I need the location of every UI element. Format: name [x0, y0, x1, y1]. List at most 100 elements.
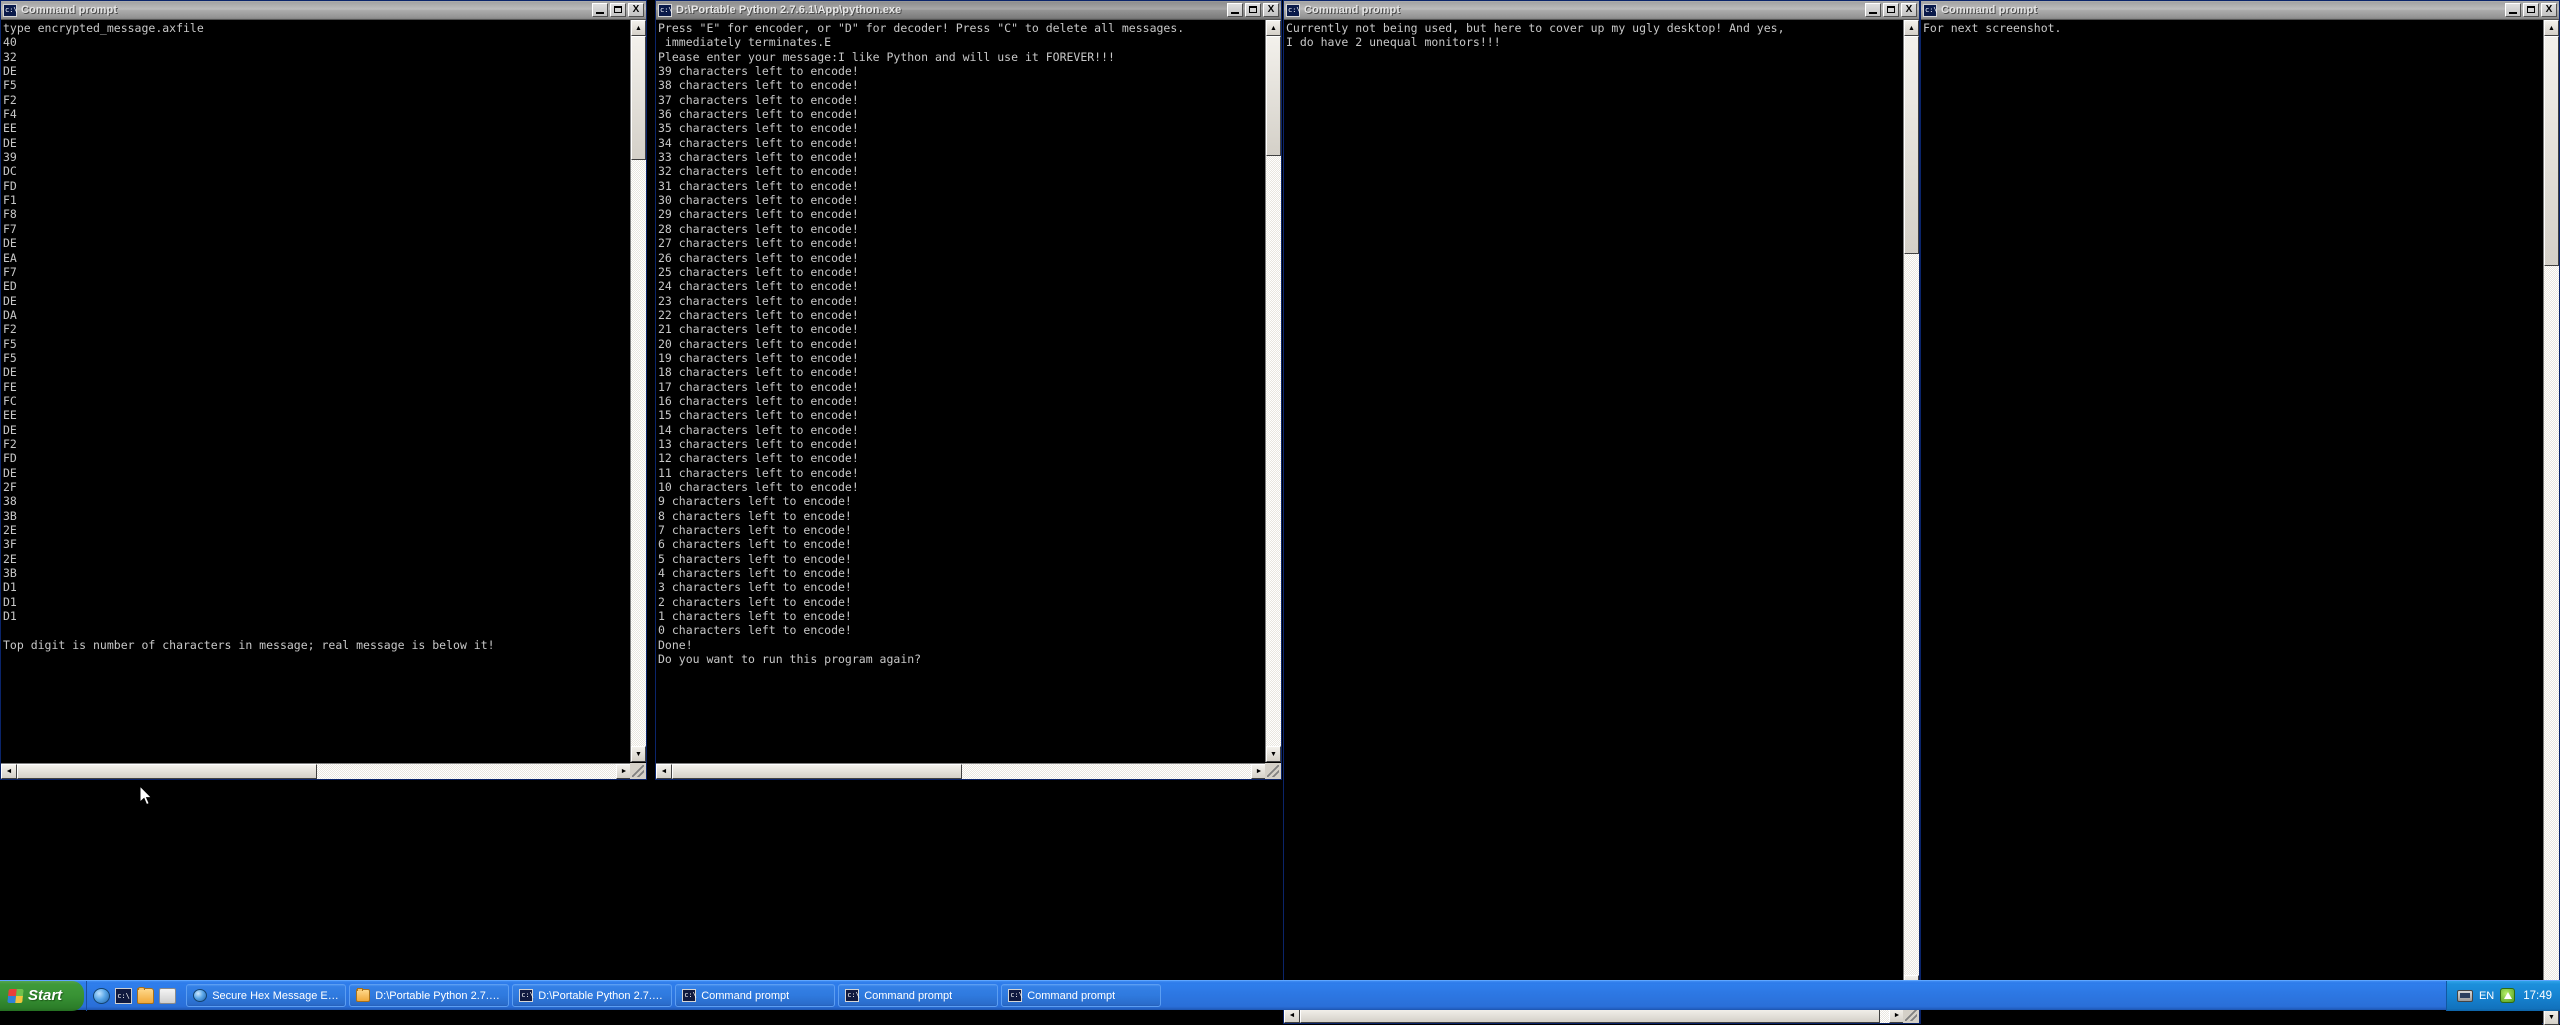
taskbar-window-button[interactable]: Secure Hex Message En...: [186, 984, 347, 1007]
window-command-prompt-next[interactable]: Command prompt X For next screenshot. ▲ …: [1920, 0, 2560, 1025]
close-button[interactable]: X: [2541, 3, 2557, 17]
scroll-left-arrow[interactable]: ◄: [1, 764, 17, 779]
window-controls[interactable]: X: [2505, 3, 2557, 17]
resize-grip[interactable]: [630, 763, 646, 779]
minimize-button[interactable]: [1227, 3, 1243, 17]
console-line: Currently not being used, but here to co…: [1286, 21, 1785, 35]
close-button[interactable]: X: [628, 3, 644, 17]
taskbar-window-button[interactable]: D:\Portable Python 2.7.6.1: [349, 984, 510, 1007]
console-line: 12 characters left to encode!: [658, 451, 859, 466]
console-line: Done!: [658, 637, 693, 652]
scroll-left-arrow[interactable]: ◄: [656, 764, 672, 779]
console-line: 39: [3, 150, 17, 165]
console-line: 3B: [3, 508, 17, 523]
scrollbar-thumb[interactable]: [1904, 36, 1919, 254]
maximize-button[interactable]: [610, 3, 626, 17]
vertical-scrollbar[interactable]: ▲ ▼: [1903, 20, 1919, 991]
folder-icon[interactable]: [137, 986, 155, 1004]
window-controls[interactable]: X: [1227, 3, 1279, 17]
task-button-list[interactable]: Secure Hex Message En... D:\Portable Pyth…: [182, 981, 2446, 1011]
taskbar-button-label: D:\Portable Python 2.7.6.1: [375, 989, 503, 1002]
scrollbar-thumb[interactable]: [2544, 36, 2559, 266]
taskbar[interactable]: Start Secure Hex Message En... D:\Portabl…: [0, 980, 2560, 1011]
scrollbar-thumb[interactable]: [672, 764, 962, 779]
console-line: 24 characters left to encode!: [658, 279, 859, 294]
horizontal-scrollbar[interactable]: ◄ ►: [1, 763, 632, 779]
console-line: 32: [3, 49, 17, 64]
taskbar-window-button[interactable]: Command prompt: [1001, 984, 1162, 1007]
console-line: type encrypted_message.axfile: [3, 21, 204, 35]
window-command-prompt-cover[interactable]: Command prompt X Currently not being use…: [1283, 0, 1920, 1024]
minimize-button[interactable]: [592, 3, 608, 17]
cmd-icon: [519, 989, 534, 1002]
cmd-icon[interactable]: [115, 987, 133, 1004]
system-tray[interactable]: EN 17:49: [2445, 980, 2560, 1011]
scroll-down-arrow[interactable]: ▼: [1266, 746, 1281, 762]
scroll-down-arrow[interactable]: ▼: [2544, 1009, 2559, 1025]
clock[interactable]: 17:49: [2521, 990, 2552, 1002]
console-line: 27 characters left to encode!: [658, 236, 859, 251]
scroll-down-arrow[interactable]: ▼: [631, 746, 646, 762]
horizontal-scrollbar[interactable]: ◄ ►: [656, 763, 1267, 779]
ie-icon: [193, 989, 208, 1002]
scroll-up-arrow[interactable]: ▲: [631, 20, 646, 36]
titlebar[interactable]: Command prompt X: [1284, 1, 1919, 20]
window-controls[interactable]: X: [1865, 3, 1917, 17]
close-button[interactable]: X: [1263, 3, 1279, 17]
console-line: ED: [3, 279, 17, 294]
console-line: 13 characters left to encode!: [658, 436, 859, 451]
console-line: 28 characters left to encode!: [658, 221, 859, 236]
scroll-up-arrow[interactable]: ▲: [2544, 20, 2559, 36]
console-line: Do you want to run this program again?: [658, 652, 922, 667]
console-line: 10 characters left to encode!: [658, 480, 859, 494]
window-controls[interactable]: X: [592, 3, 644, 17]
scrollbar-thumb[interactable]: [1266, 36, 1281, 156]
maximize-button[interactable]: [2523, 3, 2539, 17]
titlebar[interactable]: Command prompt X: [1921, 1, 2559, 20]
resize-grip[interactable]: [1265, 763, 1281, 779]
minimize-button[interactable]: [2505, 3, 2521, 17]
titlebar[interactable]: D:\Portable Python 2.7.6.1\App\python.ex…: [656, 1, 1281, 20]
console-line: 20 characters left to encode!: [658, 336, 859, 351]
windows-update-icon[interactable]: [2500, 988, 2516, 1003]
titlebar[interactable]: Command prompt X: [1, 1, 646, 20]
taskbar-button-label: Command prompt: [1027, 989, 1116, 1002]
console-line: 2E: [3, 523, 17, 538]
scroll-up-arrow[interactable]: ▲: [1266, 20, 1281, 36]
console-line: 22 characters left to encode!: [658, 307, 859, 322]
vertical-scrollbar[interactable]: ▲ ▼: [2543, 20, 2559, 1025]
scrollbar-thumb[interactable]: [17, 764, 317, 779]
vertical-scrollbar[interactable]: ▲ ▼: [1265, 20, 1281, 762]
taskbar-window-button[interactable]: Command prompt: [675, 984, 836, 1007]
console-line: 1 characters left to encode!: [658, 609, 852, 624]
vertical-scrollbar[interactable]: ▲ ▼: [630, 20, 646, 762]
minimize-button[interactable]: [1865, 3, 1881, 17]
ie-icon[interactable]: [93, 987, 111, 1004]
console-line: 39 characters left to encode!: [658, 64, 859, 79]
maximize-button[interactable]: [1245, 3, 1261, 17]
taskbar-window-button[interactable]: Command prompt: [838, 984, 999, 1007]
language-indicator[interactable]: EN: [2479, 990, 2494, 1002]
scrollbar-thumb[interactable]: [631, 36, 646, 160]
console-line: 34 characters left to encode!: [658, 135, 859, 150]
console-line: FC: [3, 393, 17, 408]
console-line: 31 characters left to encode!: [658, 178, 859, 193]
network-icon[interactable]: [2456, 989, 2473, 1002]
window-python-exe[interactable]: D:\Portable Python 2.7.6.1\App\python.ex…: [655, 0, 1282, 780]
cmd-icon: [845, 989, 860, 1002]
folder-icon: [356, 988, 371, 1002]
taskbar-button-label: Command prompt: [864, 989, 953, 1002]
console-line: 38 characters left to encode!: [658, 78, 859, 93]
console-line: F4: [3, 107, 17, 122]
cmd-icon: [1008, 989, 1023, 1002]
console-output-python: Press "E" for encoder, or "D" for decode…: [656, 20, 1264, 762]
window-icon[interactable]: [159, 987, 177, 1004]
start-button[interactable]: Start: [0, 980, 85, 1011]
quick-launch-bar[interactable]: [86, 980, 182, 1011]
close-button[interactable]: X: [1901, 3, 1917, 17]
taskbar-window-button[interactable]: D:\Portable Python 2.7.6...: [512, 984, 673, 1007]
window-command-prompt-hexdump[interactable]: Command prompt X type encrypted_message.…: [0, 0, 647, 780]
scroll-up-arrow[interactable]: ▲: [1904, 20, 1919, 36]
maximize-button[interactable]: [1883, 3, 1899, 17]
